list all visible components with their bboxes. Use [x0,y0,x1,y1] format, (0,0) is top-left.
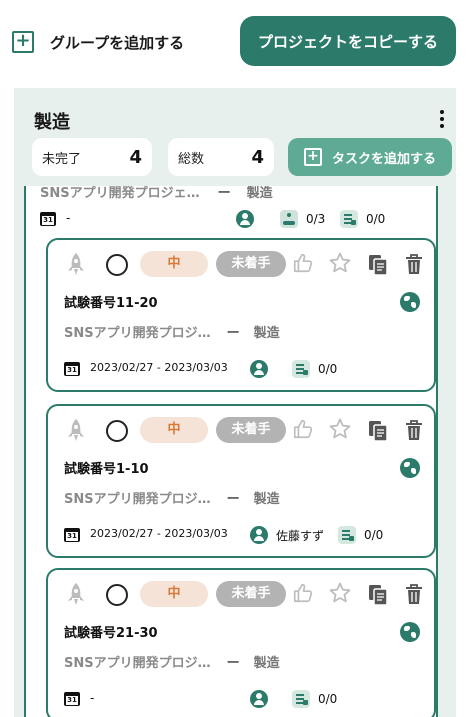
person-icon[interactable] [250,360,268,378]
rocket-icon[interactable] [66,252,86,276]
task-meta: 2023/02/27 - 2023/03/03 0/0 [64,358,424,380]
add-group-label: グループを追加する [50,33,185,52]
complete-toggle[interactable] [106,254,128,276]
task-meta: 2023/02/27 - 2023/03/03 佐藤すず 0/0 [64,524,424,546]
task-project-name: SNSアプリ開発プロジ… [64,656,211,671]
status-badge[interactable]: 未着手 [216,581,286,607]
document-icon [338,526,356,544]
task-title[interactable]: 試験番号11-20 [64,292,158,311]
calendar-icon [40,210,56,226]
task-title[interactable]: 試験番号1-10 [64,458,149,477]
parent-category: 製造 [246,186,273,201]
task-card[interactable]: 中 未着手 試験番号11-20 SNSアプリ開発プロジ… ー製造 2023/02/… [46,238,436,392]
status-badge[interactable]: 未着手 [216,251,286,277]
rocket-icon[interactable] [66,582,86,606]
globe-icon[interactable] [400,292,420,312]
incomplete-value: 4 [129,146,142,168]
star-icon[interactable] [328,417,352,441]
task-card[interactable]: 中 未着手 試験番号1-10 SNSアプリ開発プロジ… ー製造 2023/02/2… [46,404,436,558]
star-icon[interactable] [328,251,352,275]
task-project-line: SNSアプリ開発プロジ… ー製造 [64,488,280,507]
task-card[interactable]: 中 未着手 試験番号21-30 SNSアプリ開発プロジ… ー製造 - 0/0 [46,568,436,717]
separator: ー [226,326,240,341]
task-title[interactable]: 試験番号21-30 [64,622,158,641]
incomplete-label: 未完了 [42,151,82,167]
complete-toggle[interactable] [106,584,128,606]
task-doc-count: 0/0 [364,528,384,542]
plus-icon: + [12,31,34,53]
thumbs-up-icon[interactable] [292,418,314,440]
task-category: 製造 [253,656,280,671]
incomplete-stat: 未完了 4 [32,138,152,176]
task-doc-count: 0/0 [318,362,338,376]
copy-icon[interactable] [368,420,388,442]
thumbs-up-icon[interactable] [292,582,314,604]
copy-icon[interactable] [368,584,388,606]
parent-date: - [66,211,71,225]
total-label: 総数 [178,151,205,167]
parent-doc-count: 0/0 [366,212,386,226]
parent-project-name: SNSアプリ開発プロジェ… [40,186,200,201]
separator: ー [217,186,231,201]
calendar-icon [64,690,80,706]
total-stat: 総数 4 [168,138,274,176]
group-title: 製造 [34,112,70,133]
parent-task-project-line: SNSアプリ開発プロジェ… ー製造 [40,186,420,201]
document-icon [292,690,310,708]
task-category: 製造 [253,326,280,341]
total-value: 4 [251,146,264,168]
task-doc-count: 0/0 [318,692,338,706]
priority-badge[interactable]: 中 [140,251,208,277]
priority-badge[interactable]: 中 [140,417,208,443]
task-date-range[interactable]: 2023/02/27 - 2023/03/03 [90,527,228,540]
separator: ー [226,492,240,507]
globe-icon[interactable] [400,458,420,478]
trash-icon[interactable] [404,418,424,442]
task-date-range[interactable]: - [90,691,94,705]
status-badge[interactable]: 未着手 [216,417,286,443]
group-panel: 製造 未完了 4 総数 4 + タスクを追加する SNSアプリ開発プロジェ… ー製… [14,88,456,717]
parent-subtask-count: 0/3 [306,212,326,226]
kebab-menu-icon[interactable] [438,110,446,132]
trash-icon[interactable] [404,582,424,606]
person-icon[interactable] [250,690,268,708]
copy-project-button[interactable]: プロジェクトをコピーする [240,16,456,66]
globe-icon[interactable] [400,622,420,642]
document-icon [340,210,358,228]
task-date-range[interactable]: 2023/02/27 - 2023/03/03 [90,361,228,374]
separator: ー [226,656,240,671]
add-task-label: タスクを追加する [331,151,436,167]
task-list[interactable]: SNSアプリ開発プロジェ…ー製造 - 0/3 0/0 中 未着手 試験番号11-… [24,186,438,717]
thumbs-up-icon[interactable] [292,252,314,274]
copy-icon[interactable] [368,254,388,276]
calendar-icon [64,526,80,542]
subtask-icon [280,210,298,228]
document-icon [292,360,310,378]
person-icon[interactable] [250,526,268,544]
star-icon[interactable] [328,581,352,605]
rocket-icon[interactable] [66,418,86,442]
task-project-line: SNSアプリ開発プロジ… ー製造 [64,322,280,341]
task-assignee: 佐藤すず [276,529,325,543]
person-icon[interactable] [236,210,254,228]
task-project-line: SNSアプリ開発プロジ… ー製造 [64,652,280,671]
complete-toggle[interactable] [106,420,128,442]
task-project-name: SNSアプリ開発プロジ… [64,326,211,341]
task-category: 製造 [253,492,280,507]
task-meta: - 0/0 [64,688,424,710]
add-group-button[interactable]: + グループを追加する [12,30,184,54]
priority-badge[interactable]: 中 [140,581,208,607]
add-task-button[interactable]: + タスクを追加する [288,138,452,176]
task-project-name: SNSアプリ開発プロジ… [64,492,211,507]
parent-task-meta: - 0/3 0/0 [40,208,430,230]
calendar-icon [64,360,80,376]
plus-icon: + [303,148,322,166]
trash-icon[interactable] [404,252,424,276]
